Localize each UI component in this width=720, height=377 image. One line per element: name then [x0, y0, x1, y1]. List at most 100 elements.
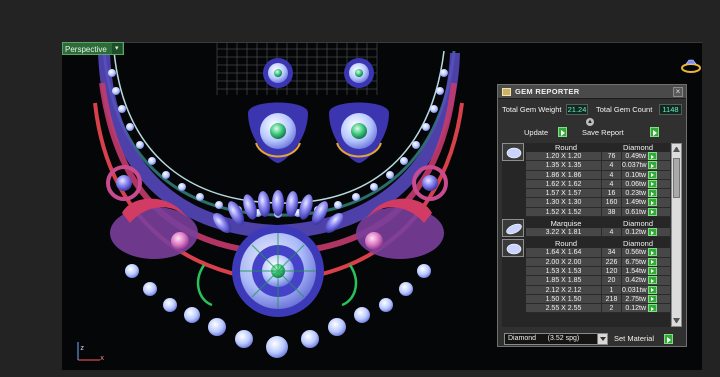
gem-size: 1.30 X 1.30 [526, 198, 602, 207]
marquise-gem-icon[interactable] [502, 219, 524, 238]
gem-group: Round Diamond 1.64 X 1.64 34 0.56tw 2.00 X 2.… [502, 239, 670, 314]
gem-weight: 0.49tw [625, 153, 646, 160]
play-icon[interactable] [648, 285, 657, 294]
gem-size: 1.35 X 1.35 [526, 161, 602, 170]
save-report-button[interactable]: Save Report [582, 127, 660, 138]
app-window: Perspective ▾ z x GEM REPORTER × Total G… [0, 0, 720, 377]
gem-row[interactable]: 2.55 X 2.55 2 0.12tw [526, 304, 670, 314]
panel-titlebar[interactable]: GEM REPORTER × [498, 85, 686, 99]
gem-count: 160 [602, 198, 622, 207]
gem-size: 3.22 X 1.81 [526, 228, 602, 237]
gem-size: 2.12 X 2.12 [526, 285, 602, 294]
play-icon[interactable] [648, 189, 657, 198]
gem-row[interactable]: 1.20 X 1.20 76 0.49tw [526, 152, 670, 162]
total-gem-count-label: Total Gem Count [596, 105, 653, 114]
gem-shape: Round [554, 239, 578, 249]
collapse-up-icon[interactable]: ▲ [586, 118, 594, 126]
jewel-ring-icon[interactable] [680, 58, 702, 74]
play-icon[interactable] [648, 152, 657, 160]
gem-row[interactable]: 1.64 X 1.64 34 0.56tw [526, 248, 670, 258]
update-label: Update [524, 128, 549, 137]
gem-material: Diamond [622, 143, 653, 152]
gem-material: Diamond [622, 219, 653, 229]
gem-size: 1.86 X 1.86 [526, 170, 602, 179]
round-gem-icon[interactable] [502, 143, 524, 161]
play-icon [558, 127, 567, 137]
gem-count: 76 [602, 152, 622, 161]
view-mode-dropdown[interactable]: Perspective ▾ [62, 42, 124, 55]
gem-size: 1.62 X 1.62 [526, 179, 602, 189]
play-icon[interactable] [648, 161, 657, 170]
close-button[interactable]: × [673, 87, 683, 97]
earring-right [329, 58, 389, 163]
gem-weight: 6.75tw [625, 258, 646, 266]
gem-size: 1.64 X 1.64 [526, 248, 602, 257]
scroll-down-icon[interactable] [673, 318, 680, 323]
gem-group-header: Round Diamond [526, 239, 670, 248]
gem-row[interactable]: 1.57 X 1.57 16 0.23tw [526, 189, 670, 199]
gem-count: 1 [602, 285, 622, 294]
gem-row[interactable]: 3.22 X 1.81 4 0.12tw [526, 228, 670, 238]
axis-gizmo: z x [70, 336, 110, 366]
play-icon[interactable] [648, 207, 657, 216]
total-gem-weight-label: Total Gem Weight [502, 105, 562, 114]
round-gem-icon[interactable] [502, 239, 524, 258]
gem-row[interactable]: 1.35 X 1.35 4 0.037tw [526, 161, 670, 171]
gem-size: 1.85 X 1.85 [526, 276, 602, 285]
gem-weight: 0.56tw [625, 249, 646, 257]
set-material-label: Set Material [614, 334, 655, 343]
gem-count: 4 [602, 179, 622, 189]
gem-shape: Marquise [550, 219, 582, 229]
play-icon[interactable] [648, 198, 657, 207]
gem-size: 2.55 X 2.55 [526, 304, 602, 313]
update-button[interactable]: Update [524, 127, 568, 138]
gem-count: 4 [602, 161, 622, 170]
play-icon[interactable] [648, 276, 657, 285]
play-icon[interactable] [648, 179, 657, 188]
set-material-button[interactable]: Set Material [614, 333, 673, 345]
gem-group: Marquise Diamond 3.22 X 1.81 4 0.12tw [502, 219, 670, 238]
gem-row[interactable]: 1.50 X 1.50 218 2.75tw [526, 294, 670, 305]
gem-size: 2.00 X 2.00 [526, 257, 602, 266]
play-icon[interactable] [648, 170, 657, 179]
gem-row[interactable]: 1.52 X 1.52 38 0.61tw [526, 207, 670, 218]
gem-row[interactable]: 2.12 X 2.12 1 0.031tw [526, 285, 670, 295]
play-icon[interactable] [648, 266, 657, 275]
gem-count: 4 [602, 228, 622, 237]
gem-size: 1.20 X 1.20 [526, 152, 602, 161]
gem-weight: 0.12tw [625, 305, 646, 313]
scroll-thumb[interactable] [673, 158, 680, 198]
gem-row[interactable]: 1.86 X 1.86 4 0.10tw [526, 170, 670, 180]
play-icon[interactable] [648, 248, 657, 257]
gem-row[interactable]: 1.62 X 1.62 4 0.06tw [526, 179, 670, 190]
list-scrollbar[interactable] [671, 143, 682, 327]
material-select-value: Diamond (3.52 spg) [508, 335, 580, 342]
gem-shape: Round [554, 143, 578, 152]
total-gem-weight-value: 21.24 [566, 104, 588, 115]
gem-list[interactable]: Round Diamond 1.20 X 1.20 76 0.49tw 1.35 X 1.… [502, 143, 670, 327]
gem-count: 218 [602, 294, 622, 304]
gem-weight: 1.54tw [625, 267, 646, 275]
material-select[interactable]: Diamond (3.52 spg) [504, 333, 608, 345]
axis-label-x: x [100, 354, 105, 362]
gem-row[interactable]: 2.00 X 2.00 226 6.75tw [526, 257, 670, 267]
gem-count: 226 [602, 257, 622, 266]
chevron-down-icon: ▾ [111, 43, 122, 54]
gem-weight: 2.75tw [625, 295, 646, 303]
gem-size: 1.53 X 1.53 [526, 266, 602, 276]
play-icon[interactable] [648, 294, 657, 303]
play-icon[interactable] [648, 228, 657, 237]
play-icon [664, 334, 673, 344]
gem-row[interactable]: 1.53 X 1.53 120 1.54tw [526, 266, 670, 277]
gem-count: 16 [602, 189, 622, 198]
gem-weight: 0.06tw [625, 180, 646, 188]
gem-row[interactable]: 1.30 X 1.30 160 1.49tw [526, 198, 670, 208]
gem-count: 38 [602, 207, 622, 217]
panel-title: GEM REPORTER [515, 87, 580, 96]
scroll-up-icon[interactable] [673, 147, 680, 152]
gem-weight: 0.12tw [625, 229, 646, 237]
play-icon[interactable] [648, 304, 657, 313]
total-gem-count-value: 1148 [659, 104, 682, 115]
gem-row[interactable]: 1.85 X 1.85 20 0.42tw [526, 276, 670, 286]
play-icon[interactable] [648, 257, 657, 266]
